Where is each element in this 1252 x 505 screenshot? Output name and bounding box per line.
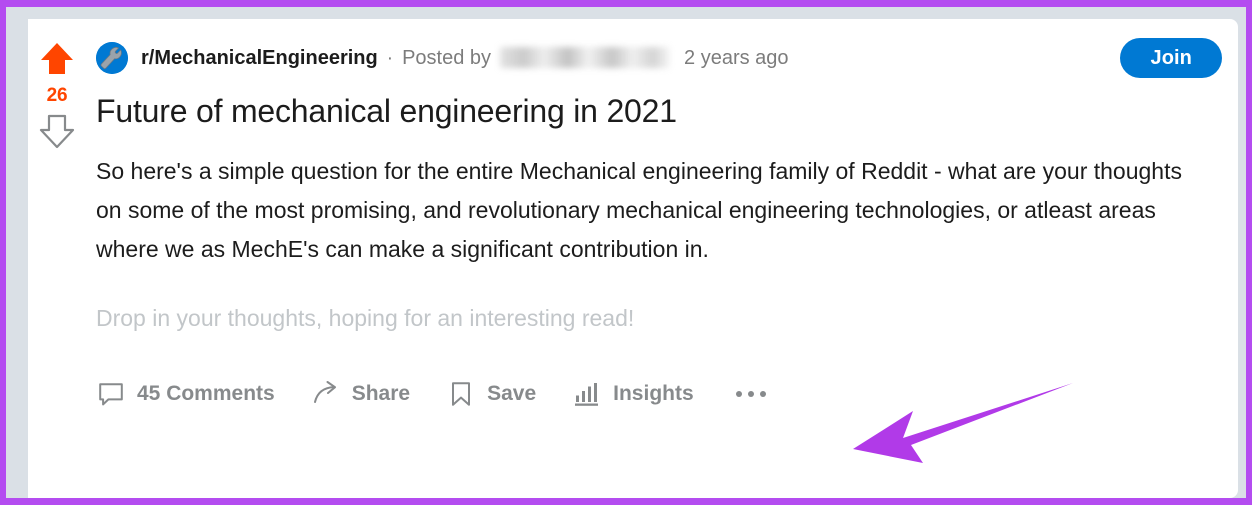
post-title[interactable]: Future of mechanical engineering in 2021 (96, 93, 1224, 130)
insights-label: Insights (613, 382, 694, 406)
post-timestamp: 2 years ago (684, 46, 789, 69)
more-options-button[interactable] (732, 385, 770, 403)
meta-separator: · (386, 47, 394, 69)
subreddit-avatar[interactable] (96, 42, 128, 74)
posted-by-label: Posted by (402, 46, 492, 69)
comment-bubble-icon (96, 379, 126, 409)
wrench-icon (96, 42, 128, 74)
post-action-bar: 45 Comments Share Save Insights (96, 374, 1224, 414)
post-meta-row: r/MechanicalEngineering · Posted by 2 ye… (96, 37, 1224, 79)
bar-chart-icon (572, 379, 602, 409)
vote-score: 26 (46, 85, 68, 106)
post-body-faded-text: Drop in your thoughts, hoping for an int… (96, 305, 635, 332)
author-username-redacted[interactable] (500, 46, 671, 68)
screenshot-frame: 26 r/MechanicalEngineering · Posted by 2… (0, 0, 1252, 505)
comments-button[interactable]: 45 Comments (96, 379, 275, 409)
save-button[interactable]: Save (446, 379, 536, 409)
post-content: r/MechanicalEngineering · Posted by 2 ye… (86, 19, 1238, 498)
comments-label: 45 Comments (137, 382, 275, 406)
ellipsis-icon-dot-2 (747, 391, 754, 398)
save-label: Save (487, 382, 537, 406)
insights-button[interactable]: Insights (572, 379, 694, 409)
ellipsis-icon-dot-3 (759, 391, 766, 398)
share-arrow-icon (311, 379, 341, 409)
vote-column: 26 (28, 19, 86, 498)
share-button[interactable]: Share (311, 379, 410, 409)
ellipsis-icon-dot-1 (735, 391, 742, 398)
downvote-button[interactable] (37, 111, 77, 151)
post-body-text: So here's a simple question for the enti… (96, 158, 1182, 263)
bookmark-icon (446, 379, 476, 409)
subreddit-name[interactable]: r/MechanicalEngineering (141, 47, 378, 70)
join-button[interactable]: Join (1120, 38, 1222, 78)
share-label: Share (351, 382, 411, 406)
upvote-button[interactable] (37, 39, 77, 79)
reddit-post-card: 26 r/MechanicalEngineering · Posted by 2… (28, 19, 1238, 498)
